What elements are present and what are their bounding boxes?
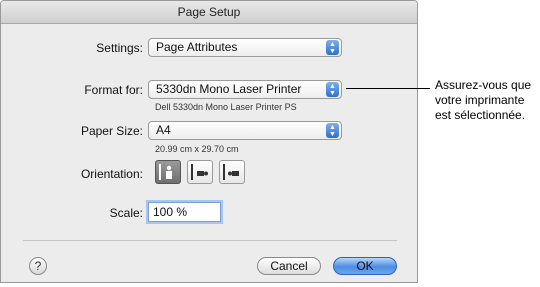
settings-value: Page Attributes — [156, 40, 238, 54]
orientation-row: Orientation: — [1, 160, 417, 186]
popup-arrows-icon: ▲ ▼ — [326, 82, 339, 97]
help-button[interactable]: ? — [29, 257, 47, 275]
cancel-button[interactable]: Cancel — [257, 257, 321, 275]
orientation-landscape-left-button[interactable] — [187, 160, 213, 184]
scale-input[interactable]: 100 % — [148, 202, 221, 222]
callout-text: Assurez-vous que votre imprimante est sé… — [435, 78, 532, 122]
scale-label: Scale: — [109, 206, 143, 220]
callout-line — [346, 88, 430, 89]
paper-size-value: A4 — [156, 123, 171, 137]
landscape-right-icon — [223, 164, 239, 180]
scale-row: Scale: 100 % — [1, 202, 417, 224]
page-setup-dialog: Page Setup Settings: Page Attributes ▲ ▼ … — [0, 0, 418, 283]
settings-popup[interactable]: Page Attributes ▲ ▼ — [148, 38, 342, 57]
popup-arrows-icon: ▲ ▼ — [326, 40, 339, 55]
portrait-icon — [159, 164, 172, 180]
format-for-label: Format for: — [84, 83, 143, 97]
paper-size-row: Paper Size: A4 ▲ ▼ — [1, 120, 417, 142]
format-for-row: Format for: 5330dn Mono Laser Printer ▲ ▼ — [1, 79, 417, 101]
landscape-left-icon — [191, 164, 208, 180]
paper-size-label: Paper Size: — [80, 124, 143, 138]
settings-label: Settings: — [96, 41, 143, 55]
divider — [23, 240, 397, 241]
format-for-popup[interactable]: 5330dn Mono Laser Printer ▲ ▼ — [148, 80, 342, 99]
orientation-label: Orientation: — [80, 167, 143, 181]
paper-dimensions: 20.99 cm x 29.70 cm — [155, 144, 239, 154]
orientation-portrait-button[interactable] — [155, 160, 181, 184]
orientation-landscape-right-button[interactable] — [219, 160, 245, 184]
paper-size-popup[interactable]: A4 ▲ ▼ — [148, 121, 342, 140]
settings-row: Settings: Page Attributes ▲ ▼ — [1, 37, 417, 59]
printer-description: Dell 5330dn Mono Laser Printer PS — [155, 102, 297, 112]
dialog-title: Page Setup — [1, 1, 417, 24]
ok-button[interactable]: OK — [333, 257, 397, 275]
format-for-value: 5330dn Mono Laser Printer — [156, 82, 302, 96]
popup-arrows-icon: ▲ ▼ — [326, 123, 339, 138]
